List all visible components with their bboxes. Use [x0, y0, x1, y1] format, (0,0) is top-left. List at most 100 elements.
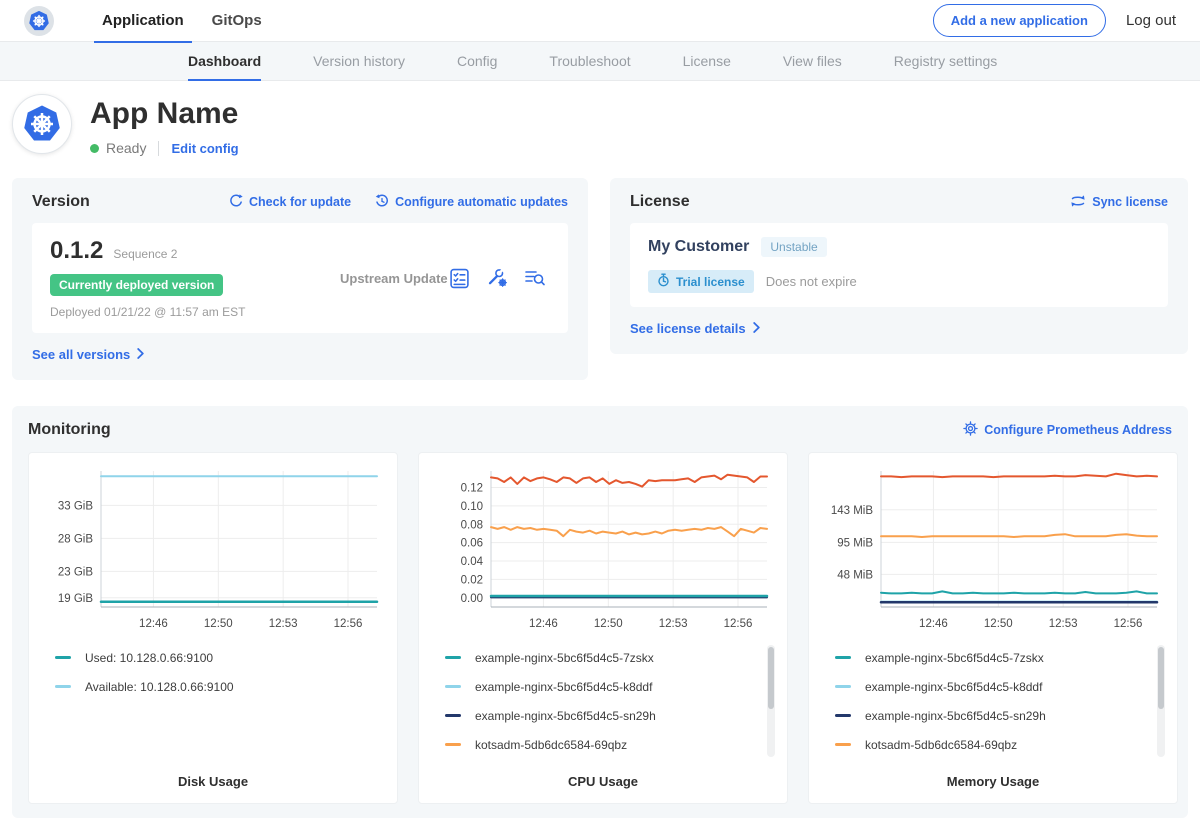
- legend-label: example-nginx-5bc6f5d4c5-k8ddf: [475, 680, 652, 694]
- version-sequence: Sequence 2: [113, 247, 177, 261]
- chevron-right-icon: [137, 347, 144, 362]
- legend-color-dash: [835, 685, 851, 688]
- tab-registry-settings[interactable]: Registry settings: [894, 42, 997, 80]
- memory-usage-legend: example-nginx-5bc6f5d4c5-7zskx example-ng…: [821, 643, 1165, 774]
- sync-arrows-icon: [1070, 194, 1086, 211]
- preflight-checks-icon[interactable]: [449, 268, 470, 289]
- tab-view-files[interactable]: View files: [783, 42, 842, 80]
- svg-text:12:50: 12:50: [204, 618, 233, 630]
- legend-label: kotsadm-5db6dc6584-69qbz: [475, 738, 627, 752]
- svg-text:12:56: 12:56: [724, 618, 753, 630]
- tab-dashboard[interactable]: Dashboard: [188, 42, 261, 80]
- add-new-application-button[interactable]: Add a new application: [933, 4, 1106, 37]
- svg-text:0.04: 0.04: [461, 556, 484, 568]
- legend-color-dash: [835, 743, 851, 746]
- monitoring-title: Monitoring: [28, 421, 111, 439]
- svg-text:48 MiB: 48 MiB: [837, 569, 873, 581]
- legend-scrollbar[interactable]: [767, 645, 775, 757]
- nav-item-gitops[interactable]: GitOps: [198, 0, 276, 42]
- page-title: App Name: [90, 97, 239, 131]
- top-nav: Application GitOps Add a new application…: [0, 0, 1200, 42]
- license-card-title: License: [630, 193, 690, 211]
- tab-license[interactable]: License: [683, 42, 731, 80]
- svg-text:95 MiB: 95 MiB: [837, 537, 873, 549]
- configure-prometheus-link[interactable]: Configure Prometheus Address: [963, 421, 1172, 439]
- disk-usage-legend: Used: 10.128.0.66:9100Available: 10.128.…: [41, 643, 385, 774]
- configure-automatic-updates-link[interactable]: Configure automatic updates: [375, 194, 568, 211]
- svg-text:12:50: 12:50: [984, 618, 1013, 630]
- legend-scrollbar-thumb[interactable]: [768, 647, 774, 709]
- legend-color-dash: [445, 714, 461, 717]
- svg-text:12:46: 12:46: [919, 618, 948, 630]
- app-header: App Name Ready Edit config: [0, 81, 1200, 172]
- legend-item: example-nginx-5bc6f5d4c5-sn29h: [445, 701, 775, 730]
- channel-badge: Unstable: [761, 237, 826, 257]
- primary-nav: Application GitOps: [88, 0, 276, 42]
- legend-scrollbar-thumb[interactable]: [1158, 647, 1164, 709]
- kubernetes-logo-icon: [24, 6, 54, 36]
- divider: [158, 141, 159, 156]
- nav-right: Add a new application Log out: [933, 4, 1176, 37]
- edit-config-link[interactable]: Edit config: [171, 141, 238, 156]
- charts-row: 33 GiB28 GiB23 GiB19 GiB12:4612:5012:531…: [28, 452, 1172, 804]
- legend-label: example-nginx-5bc6f5d4c5-7zskx: [475, 651, 654, 665]
- cpu-usage-card: 0.120.100.080.060.040.020.0012:4612:5012…: [418, 452, 788, 804]
- nav-item-application[interactable]: Application: [88, 0, 198, 42]
- version-source-label: Upstream Update: [340, 271, 449, 286]
- config-wrench-icon[interactable]: [486, 268, 508, 288]
- svg-text:12:46: 12:46: [529, 618, 558, 630]
- svg-text:0.06: 0.06: [461, 538, 483, 550]
- svg-text:12:53: 12:53: [1049, 618, 1078, 630]
- memory-usage-chart: 143 MiB 95 MiB 48 MiB 12:46 12:50 12:53 12:56: [821, 463, 1165, 635]
- svg-text:12:50: 12:50: [594, 618, 623, 630]
- version-number: 0.1.2: [50, 237, 103, 265]
- monitoring-section: Monitoring Configure Prometheus Address …: [12, 406, 1188, 818]
- legend-item: example-nginx-5bc6f5d4c5-7zskx: [835, 643, 1165, 672]
- legend-label: example-nginx-5bc6f5d4c5-sn29h: [475, 709, 656, 723]
- legend-label: Used: 10.128.0.66:9100: [85, 651, 213, 665]
- legend-item: Used: 10.128.0.66:9100: [55, 643, 385, 672]
- deploy-logs-icon[interactable]: [524, 269, 546, 287]
- svg-text:143 MiB: 143 MiB: [831, 505, 874, 517]
- disk-usage-card: 33 GiB28 GiB23 GiB19 GiB12:4612:5012:531…: [28, 452, 398, 804]
- tab-version-history[interactable]: Version history: [313, 42, 405, 80]
- svg-text:0.08: 0.08: [461, 519, 483, 531]
- legend-color-dash: [445, 685, 461, 688]
- svg-text:12:56: 12:56: [1114, 618, 1143, 630]
- svg-text:0.02: 0.02: [461, 574, 483, 586]
- disk-usage-chart: 33 GiB28 GiB23 GiB19 GiB12:4612:5012:531…: [41, 463, 385, 635]
- customer-name: My Customer: [648, 238, 749, 256]
- svg-text:0.00: 0.00: [461, 593, 483, 605]
- legend-color-dash: [55, 656, 71, 659]
- logout-link[interactable]: Log out: [1126, 12, 1176, 29]
- status-label: Ready: [106, 140, 146, 156]
- sync-license-link[interactable]: Sync license: [1070, 194, 1168, 211]
- see-license-details-link[interactable]: See license details: [630, 321, 760, 336]
- tab-bar: Dashboard Version history Config Troublesho…: [0, 42, 1200, 81]
- chart-title: CPU Usage: [431, 774, 775, 789]
- tab-config[interactable]: Config: [457, 42, 497, 80]
- legend-item: example-nginx-5bc6f5d4c5-sn29h: [835, 701, 1165, 730]
- cpu-usage-legend: example-nginx-5bc6f5d4c5-7zskx example-ng…: [431, 643, 775, 774]
- tab-troubleshoot[interactable]: Troubleshoot: [549, 42, 630, 80]
- svg-text:12:53: 12:53: [269, 618, 298, 630]
- legend-label: kotsadm-5db6dc6584-69qbz: [865, 738, 1017, 752]
- legend-item: example-nginx-5bc6f5d4c5-k8ddf: [835, 672, 1165, 701]
- refresh-icon: [229, 194, 243, 211]
- see-all-versions-link[interactable]: See all versions: [32, 347, 144, 362]
- legend-scrollbar[interactable]: [1157, 645, 1165, 757]
- cpu-usage-chart: 0.120.100.080.060.040.020.0012:4612:5012…: [431, 463, 775, 635]
- currently-deployed-badge: Currently deployed version: [50, 274, 223, 296]
- legend-color-dash: [55, 685, 71, 688]
- clock-refresh-icon: [375, 194, 389, 211]
- check-for-update-link[interactable]: Check for update: [229, 194, 351, 211]
- svg-text:0.12: 0.12: [461, 483, 483, 495]
- svg-text:19 GiB: 19 GiB: [58, 593, 93, 605]
- chevron-right-icon: [753, 321, 760, 336]
- svg-text:12:53: 12:53: [659, 618, 688, 630]
- legend-label: example-nginx-5bc6f5d4c5-sn29h: [865, 709, 1046, 723]
- legend-label: example-nginx-5bc6f5d4c5-k8ddf: [865, 680, 1042, 694]
- gear-icon: [963, 421, 978, 439]
- version-card: Version Check for update Configure autom…: [12, 178, 588, 380]
- deployed-date: Deployed 01/21/22 @ 11:57 am EST: [50, 305, 340, 319]
